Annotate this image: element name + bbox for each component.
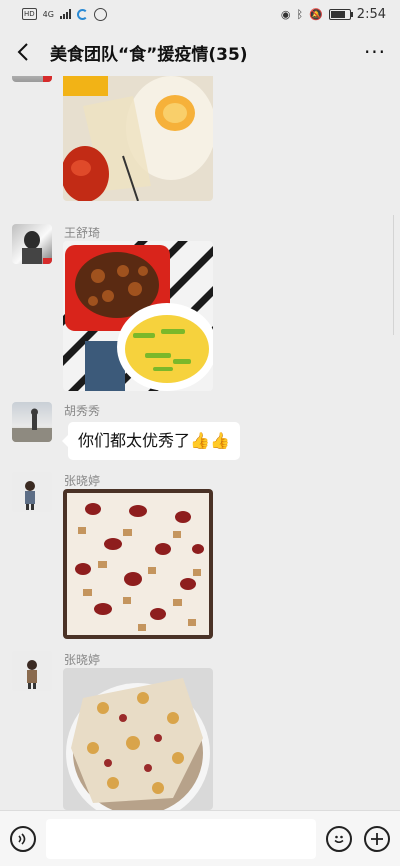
photo-message[interactable] — [63, 668, 213, 810]
clock: 2:54 — [356, 6, 386, 22]
input-bar — [0, 810, 400, 866]
battery-icon — [328, 8, 353, 20]
sender-name: 张晓婷 — [64, 474, 101, 488]
baked-bread-image — [63, 668, 213, 810]
avatar[interactable] — [12, 402, 52, 442]
photo-message[interactable] — [63, 241, 213, 391]
hd-badge: HD — [22, 8, 37, 20]
landscape-avatar-image — [12, 408, 52, 442]
emoji-button[interactable] — [326, 825, 352, 852]
network-label: 4G — [42, 9, 54, 19]
thumbs-up-emoji: 👍👍 — [190, 431, 230, 450]
emoji-icon — [334, 835, 344, 843]
sync-icon — [76, 8, 88, 20]
plus-icon — [371, 832, 383, 845]
chat-header: 美食团队“食”援疫情(35) ··· — [0, 28, 400, 76]
app-notification-icon — [93, 7, 107, 21]
avatar[interactable] — [12, 224, 52, 264]
photo-message[interactable] — [63, 76, 213, 201]
avatar[interactable] — [12, 472, 52, 512]
message-text: 你们都太优秀了 — [78, 431, 191, 450]
more-dots-icon: ··· — [363, 40, 387, 64]
bluetooth-icon: ᛒ — [296, 7, 304, 21]
avatar[interactable] — [12, 651, 52, 691]
more-button[interactable]: ··· — [362, 40, 388, 64]
message-input[interactable] — [46, 818, 316, 859]
child-avatar-image — [12, 472, 52, 512]
sender-name: 王舒琦 — [64, 226, 101, 240]
chat-title: 美食团队“食”援疫情(35) — [50, 44, 248, 65]
chat-area[interactable]: 王舒琦 胡秀秀 你们都太优秀了👍👍 张晓婷 张晓婷 — [0, 76, 400, 810]
date-cake-image — [63, 489, 213, 639]
photo-message[interactable] — [63, 489, 213, 639]
flag-icon — [43, 258, 52, 264]
back-button[interactable] — [12, 41, 34, 63]
avatar[interactable] — [12, 76, 52, 82]
sender-name: 张晓婷 — [64, 653, 101, 667]
status-bar: HD 4G ◉ ᛒ 🔕 2:54 — [0, 0, 400, 28]
text-bubble[interactable]: 你们都太优秀了👍👍 — [62, 422, 240, 460]
scroll-edge-indicator — [393, 215, 400, 335]
child-avatar-image — [12, 651, 52, 691]
voice-icon — [18, 832, 26, 845]
voice-button[interactable] — [10, 825, 36, 852]
egg-breakfast-image — [63, 76, 213, 201]
mute-icon: 🔕 — [309, 7, 323, 21]
flag-icon — [43, 76, 52, 82]
plus-button[interactable] — [364, 825, 390, 852]
sender-name: 胡秀秀 — [64, 404, 101, 418]
stir-fry-image — [63, 241, 213, 391]
eye-icon: ◉ — [280, 7, 291, 21]
signal-icon — [59, 9, 71, 19]
back-arrow-icon — [17, 43, 28, 61]
